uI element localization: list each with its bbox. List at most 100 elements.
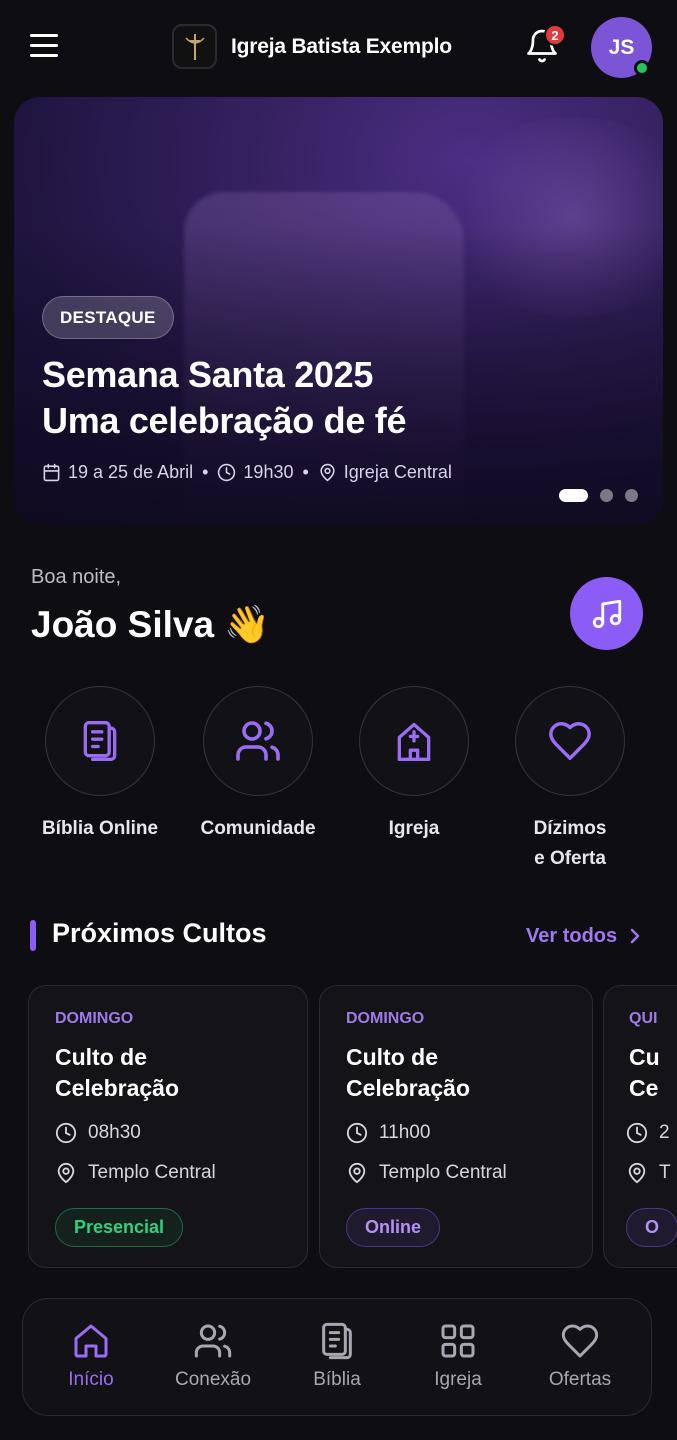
quick-action-igreja[interactable]: Igreja bbox=[339, 686, 489, 844]
service-card[interactable]: DOMINGO Culto de Celebração 08h30 Templo… bbox=[28, 985, 308, 1268]
service-mode-badge: O bbox=[626, 1208, 677, 1247]
section-title: Próximos Cultos bbox=[52, 918, 267, 948]
service-place: Templo Central bbox=[88, 1162, 216, 1183]
quick-action-label: Bíblia Online bbox=[25, 814, 175, 844]
quick-action-dizimos[interactable]: Dízimos e Oferta bbox=[495, 686, 645, 874]
quick-action-label-line: e Oferta bbox=[534, 848, 606, 869]
online-status-dot bbox=[634, 60, 650, 76]
service-time: 2 bbox=[659, 1122, 670, 1143]
nav-item-biblia[interactable]: Bíblia bbox=[287, 1321, 387, 1391]
service-title-line: Celebração bbox=[55, 1075, 180, 1101]
brand[interactable]: Igreja Batista Exemplo bbox=[172, 24, 452, 69]
see-all-link[interactable]: Ver todos bbox=[526, 924, 647, 948]
banner-date: 19 a 25 de Abril bbox=[68, 462, 194, 482]
quick-action-label: Igreja bbox=[339, 814, 489, 844]
service-title-line: Cu bbox=[629, 1044, 660, 1070]
banner-meta: 19 a 25 de Abril • 19h30 • Igreja Centra… bbox=[42, 462, 452, 483]
service-card-partial[interactable]: QUI Cu Ce 2 T O bbox=[603, 985, 677, 1268]
carousel-dot-active[interactable] bbox=[559, 489, 588, 502]
service-day: DOMINGO bbox=[346, 1010, 425, 1027]
home-icon bbox=[74, 1324, 108, 1358]
menu-icon-bar bbox=[30, 54, 58, 57]
quick-action-circle bbox=[203, 686, 313, 796]
service-time: 11h00 bbox=[379, 1122, 431, 1143]
bottom-navigation: Início Conexão Bíblia Igreja Ofertas bbox=[22, 1298, 652, 1416]
service-title-line: Culto de bbox=[55, 1044, 147, 1070]
clock-icon bbox=[55, 1122, 77, 1144]
heart-icon bbox=[549, 722, 591, 760]
carousel-dot[interactable] bbox=[625, 489, 638, 502]
section-accent-bar bbox=[30, 920, 36, 951]
banner-title-line: Uma celebração de fé bbox=[42, 400, 407, 441]
service-place-row: Templo Central bbox=[55, 1162, 216, 1184]
service-title: Cu Ce bbox=[629, 1042, 660, 1104]
church-icon bbox=[397, 722, 431, 761]
see-all-label: Ver todos bbox=[526, 924, 618, 947]
service-mode-badge: Presencial bbox=[55, 1208, 184, 1247]
menu-button[interactable] bbox=[30, 34, 60, 60]
notification-badge: 2 bbox=[544, 24, 566, 46]
quick-action-label: Comunidade bbox=[183, 814, 333, 844]
service-time-row: 2 bbox=[626, 1122, 670, 1144]
app-title: Igreja Batista Exemplo bbox=[231, 34, 452, 58]
menu-icon-bar bbox=[30, 34, 58, 37]
quick-action-biblia[interactable]: Bíblia Online bbox=[25, 686, 175, 844]
featured-banner[interactable]: DESTAQUE Semana Santa 2025 Uma celebraçã… bbox=[14, 97, 663, 525]
wave-emoji: 👋 bbox=[224, 604, 271, 645]
nav-item-conexao[interactable]: Conexão bbox=[163, 1321, 263, 1391]
service-title-line: Culto de bbox=[346, 1044, 438, 1070]
quick-action-circle bbox=[45, 686, 155, 796]
service-time: 08h30 bbox=[88, 1122, 141, 1143]
service-title-line: Celebração bbox=[346, 1075, 471, 1101]
service-title: Culto de Celebração bbox=[55, 1042, 179, 1104]
service-place-row: T bbox=[626, 1162, 671, 1184]
banner-time: 19h30 bbox=[243, 462, 294, 482]
location-pin-icon bbox=[57, 1162, 75, 1184]
users-icon bbox=[194, 1324, 232, 1358]
banner-location: Igreja Central bbox=[343, 462, 452, 482]
music-button[interactable] bbox=[570, 577, 643, 650]
nav-item-igreja[interactable]: Igreja bbox=[408, 1321, 508, 1391]
quick-action-label-line: Bíblia Online bbox=[41, 818, 159, 839]
meta-separator: • bbox=[202, 462, 209, 482]
quick-action-label-line: Comunidade bbox=[200, 818, 316, 839]
carousel-dot[interactable] bbox=[600, 489, 613, 502]
user-name: João Silva bbox=[31, 604, 215, 645]
quick-action-label: Dízimos e Oferta bbox=[495, 814, 645, 874]
banner-title: Semana Santa 2025 Uma celebração de fé bbox=[42, 352, 406, 444]
service-place: Templo Central bbox=[379, 1162, 507, 1183]
calendar-icon bbox=[43, 463, 60, 482]
location-pin-icon bbox=[628, 1162, 646, 1184]
grid-icon bbox=[441, 1324, 475, 1358]
meta-separator: • bbox=[302, 462, 309, 482]
quick-action-label-line: Igreja bbox=[388, 818, 440, 839]
users-icon bbox=[236, 721, 280, 761]
clock-icon bbox=[218, 463, 236, 482]
quick-action-circle bbox=[515, 686, 625, 796]
nav-label: Igreja bbox=[434, 1369, 482, 1390]
quick-action-comunidade[interactable]: Comunidade bbox=[183, 686, 333, 844]
nav-item-inicio[interactable]: Início bbox=[41, 1321, 141, 1391]
service-time-row: 08h30 bbox=[55, 1122, 141, 1144]
featured-badge: DESTAQUE bbox=[42, 296, 174, 339]
service-title-line: Ce bbox=[629, 1075, 659, 1101]
app-header: Igreja Batista Exemplo 2 JS bbox=[0, 0, 677, 96]
music-note-icon bbox=[592, 599, 621, 628]
service-day: DOMINGO bbox=[55, 1010, 134, 1027]
chevron-right-icon bbox=[630, 928, 640, 944]
greeting-name: João Silva 👋 bbox=[31, 604, 270, 647]
quick-action-circle bbox=[359, 686, 469, 796]
nav-item-ofertas[interactable]: Ofertas bbox=[530, 1321, 630, 1391]
service-place-row: Templo Central bbox=[346, 1162, 507, 1184]
greeting-salutation: Boa noite, bbox=[31, 566, 122, 588]
nav-label: Ofertas bbox=[548, 1369, 612, 1390]
church-logo-icon bbox=[172, 24, 217, 69]
carousel-dots bbox=[559, 489, 638, 502]
service-day: QUI bbox=[629, 1010, 658, 1027]
service-place: T bbox=[659, 1162, 671, 1183]
service-time-row: 11h00 bbox=[346, 1122, 430, 1144]
heart-icon bbox=[561, 1324, 599, 1358]
bible-icon bbox=[322, 1322, 352, 1360]
location-pin-icon bbox=[348, 1162, 366, 1184]
service-card[interactable]: DOMINGO Culto de Celebração 11h00 Templo… bbox=[319, 985, 593, 1268]
